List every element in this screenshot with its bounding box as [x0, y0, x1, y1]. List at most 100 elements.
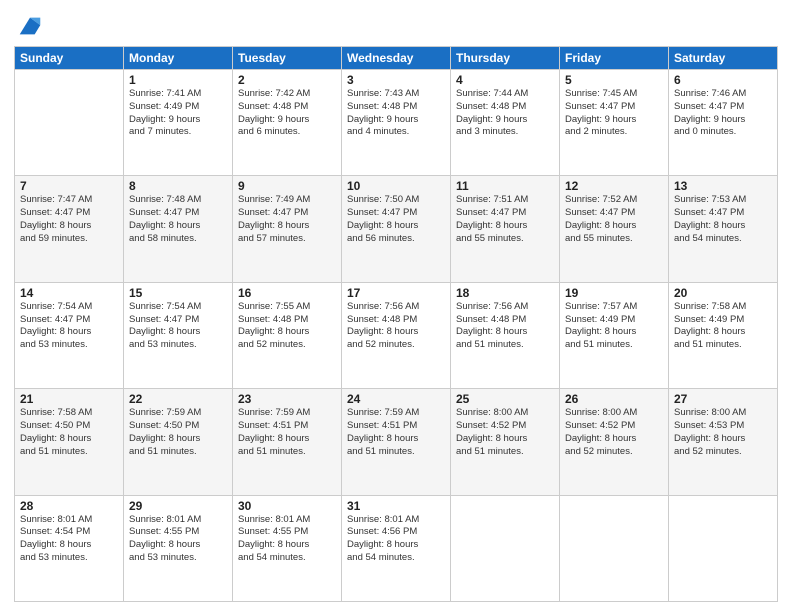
- day-info: Sunrise: 7:49 AM Sunset: 4:47 PM Dayligh…: [238, 194, 336, 245]
- day-number: 28: [20, 499, 118, 513]
- calendar-cell: 10Sunrise: 7:50 AM Sunset: 4:47 PM Dayli…: [342, 176, 451, 282]
- day-number: 29: [129, 499, 227, 513]
- day-info: Sunrise: 7:59 AM Sunset: 4:51 PM Dayligh…: [238, 407, 336, 458]
- day-info: Sunrise: 8:00 AM Sunset: 4:53 PM Dayligh…: [674, 407, 772, 458]
- day-info: Sunrise: 7:47 AM Sunset: 4:47 PM Dayligh…: [20, 194, 118, 245]
- calendar-cell: 13Sunrise: 7:53 AM Sunset: 4:47 PM Dayli…: [669, 176, 778, 282]
- day-number: 15: [129, 286, 227, 300]
- days-header-row: SundayMondayTuesdayWednesdayThursdayFrid…: [15, 47, 778, 70]
- day-info: Sunrise: 7:42 AM Sunset: 4:48 PM Dayligh…: [238, 88, 336, 139]
- calendar-cell: 29Sunrise: 8:01 AM Sunset: 4:55 PM Dayli…: [124, 495, 233, 601]
- day-number: 20: [674, 286, 772, 300]
- calendar-cell: 27Sunrise: 8:00 AM Sunset: 4:53 PM Dayli…: [669, 389, 778, 495]
- calendar-cell: 28Sunrise: 8:01 AM Sunset: 4:54 PM Dayli…: [15, 495, 124, 601]
- day-number: 16: [238, 286, 336, 300]
- calendar-cell: [451, 495, 560, 601]
- day-number: 17: [347, 286, 445, 300]
- day-info: Sunrise: 7:51 AM Sunset: 4:47 PM Dayligh…: [456, 194, 554, 245]
- day-info: Sunrise: 8:01 AM Sunset: 4:55 PM Dayligh…: [129, 514, 227, 565]
- calendar-cell: 5Sunrise: 7:45 AM Sunset: 4:47 PM Daylig…: [560, 70, 669, 176]
- calendar-cell: 19Sunrise: 7:57 AM Sunset: 4:49 PM Dayli…: [560, 282, 669, 388]
- day-number: 30: [238, 499, 336, 513]
- calendar-cell: 15Sunrise: 7:54 AM Sunset: 4:47 PM Dayli…: [124, 282, 233, 388]
- day-number: 1: [129, 73, 227, 87]
- day-info: Sunrise: 7:58 AM Sunset: 4:49 PM Dayligh…: [674, 301, 772, 352]
- day-info: Sunrise: 7:54 AM Sunset: 4:47 PM Dayligh…: [129, 301, 227, 352]
- day-info: Sunrise: 7:54 AM Sunset: 4:47 PM Dayligh…: [20, 301, 118, 352]
- day-info: Sunrise: 7:45 AM Sunset: 4:47 PM Dayligh…: [565, 88, 663, 139]
- day-info: Sunrise: 8:01 AM Sunset: 4:55 PM Dayligh…: [238, 514, 336, 565]
- page: SundayMondayTuesdayWednesdayThursdayFrid…: [0, 0, 792, 612]
- calendar-cell: 3Sunrise: 7:43 AM Sunset: 4:48 PM Daylig…: [342, 70, 451, 176]
- day-info: Sunrise: 7:59 AM Sunset: 4:51 PM Dayligh…: [347, 407, 445, 458]
- week-row-4: 21Sunrise: 7:58 AM Sunset: 4:50 PM Dayli…: [15, 389, 778, 495]
- day-info: Sunrise: 8:01 AM Sunset: 4:54 PM Dayligh…: [20, 514, 118, 565]
- calendar-cell: 21Sunrise: 7:58 AM Sunset: 4:50 PM Dayli…: [15, 389, 124, 495]
- calendar-cell: 18Sunrise: 7:56 AM Sunset: 4:48 PM Dayli…: [451, 282, 560, 388]
- logo-icon: [16, 12, 44, 40]
- day-number: 13: [674, 179, 772, 193]
- calendar-cell: [560, 495, 669, 601]
- day-number: 11: [456, 179, 554, 193]
- day-number: 27: [674, 392, 772, 406]
- calendar-cell: [669, 495, 778, 601]
- calendar-cell: 22Sunrise: 7:59 AM Sunset: 4:50 PM Dayli…: [124, 389, 233, 495]
- calendar-cell: 17Sunrise: 7:56 AM Sunset: 4:48 PM Dayli…: [342, 282, 451, 388]
- calendar-cell: 30Sunrise: 8:01 AM Sunset: 4:55 PM Dayli…: [233, 495, 342, 601]
- week-row-1: 1Sunrise: 7:41 AM Sunset: 4:49 PM Daylig…: [15, 70, 778, 176]
- day-number: 23: [238, 392, 336, 406]
- day-number: 3: [347, 73, 445, 87]
- calendar-table: SundayMondayTuesdayWednesdayThursdayFrid…: [14, 46, 778, 602]
- day-number: 18: [456, 286, 554, 300]
- header: [14, 10, 778, 40]
- day-header-sunday: Sunday: [15, 47, 124, 70]
- day-info: Sunrise: 7:55 AM Sunset: 4:48 PM Dayligh…: [238, 301, 336, 352]
- day-number: 5: [565, 73, 663, 87]
- day-info: Sunrise: 7:43 AM Sunset: 4:48 PM Dayligh…: [347, 88, 445, 139]
- day-info: Sunrise: 8:00 AM Sunset: 4:52 PM Dayligh…: [565, 407, 663, 458]
- day-info: Sunrise: 7:50 AM Sunset: 4:47 PM Dayligh…: [347, 194, 445, 245]
- calendar-cell: 23Sunrise: 7:59 AM Sunset: 4:51 PM Dayli…: [233, 389, 342, 495]
- calendar-cell: 8Sunrise: 7:48 AM Sunset: 4:47 PM Daylig…: [124, 176, 233, 282]
- day-number: 22: [129, 392, 227, 406]
- calendar-cell: 4Sunrise: 7:44 AM Sunset: 4:48 PM Daylig…: [451, 70, 560, 176]
- logo: [14, 14, 44, 40]
- calendar-cell: 7Sunrise: 7:47 AM Sunset: 4:47 PM Daylig…: [15, 176, 124, 282]
- calendar-cell: 26Sunrise: 8:00 AM Sunset: 4:52 PM Dayli…: [560, 389, 669, 495]
- day-info: Sunrise: 8:00 AM Sunset: 4:52 PM Dayligh…: [456, 407, 554, 458]
- day-number: 26: [565, 392, 663, 406]
- day-number: 9: [238, 179, 336, 193]
- day-info: Sunrise: 7:46 AM Sunset: 4:47 PM Dayligh…: [674, 88, 772, 139]
- day-number: 7: [20, 179, 118, 193]
- day-header-saturday: Saturday: [669, 47, 778, 70]
- day-number: 8: [129, 179, 227, 193]
- day-info: Sunrise: 7:56 AM Sunset: 4:48 PM Dayligh…: [347, 301, 445, 352]
- day-number: 19: [565, 286, 663, 300]
- day-header-monday: Monday: [124, 47, 233, 70]
- calendar-cell: 6Sunrise: 7:46 AM Sunset: 4:47 PM Daylig…: [669, 70, 778, 176]
- week-row-3: 14Sunrise: 7:54 AM Sunset: 4:47 PM Dayli…: [15, 282, 778, 388]
- day-info: Sunrise: 8:01 AM Sunset: 4:56 PM Dayligh…: [347, 514, 445, 565]
- calendar-cell: 9Sunrise: 7:49 AM Sunset: 4:47 PM Daylig…: [233, 176, 342, 282]
- day-number: 2: [238, 73, 336, 87]
- calendar-cell: 24Sunrise: 7:59 AM Sunset: 4:51 PM Dayli…: [342, 389, 451, 495]
- day-info: Sunrise: 7:58 AM Sunset: 4:50 PM Dayligh…: [20, 407, 118, 458]
- calendar-cell: 31Sunrise: 8:01 AM Sunset: 4:56 PM Dayli…: [342, 495, 451, 601]
- calendar-cell: 1Sunrise: 7:41 AM Sunset: 4:49 PM Daylig…: [124, 70, 233, 176]
- day-number: 12: [565, 179, 663, 193]
- day-number: 6: [674, 73, 772, 87]
- day-number: 24: [347, 392, 445, 406]
- day-number: 4: [456, 73, 554, 87]
- calendar-cell: 14Sunrise: 7:54 AM Sunset: 4:47 PM Dayli…: [15, 282, 124, 388]
- week-row-5: 28Sunrise: 8:01 AM Sunset: 4:54 PM Dayli…: [15, 495, 778, 601]
- day-header-friday: Friday: [560, 47, 669, 70]
- day-number: 25: [456, 392, 554, 406]
- day-info: Sunrise: 7:59 AM Sunset: 4:50 PM Dayligh…: [129, 407, 227, 458]
- calendar-cell: 25Sunrise: 8:00 AM Sunset: 4:52 PM Dayli…: [451, 389, 560, 495]
- day-header-thursday: Thursday: [451, 47, 560, 70]
- calendar-cell: 12Sunrise: 7:52 AM Sunset: 4:47 PM Dayli…: [560, 176, 669, 282]
- day-info: Sunrise: 7:56 AM Sunset: 4:48 PM Dayligh…: [456, 301, 554, 352]
- day-info: Sunrise: 7:53 AM Sunset: 4:47 PM Dayligh…: [674, 194, 772, 245]
- day-number: 21: [20, 392, 118, 406]
- calendar-cell: [15, 70, 124, 176]
